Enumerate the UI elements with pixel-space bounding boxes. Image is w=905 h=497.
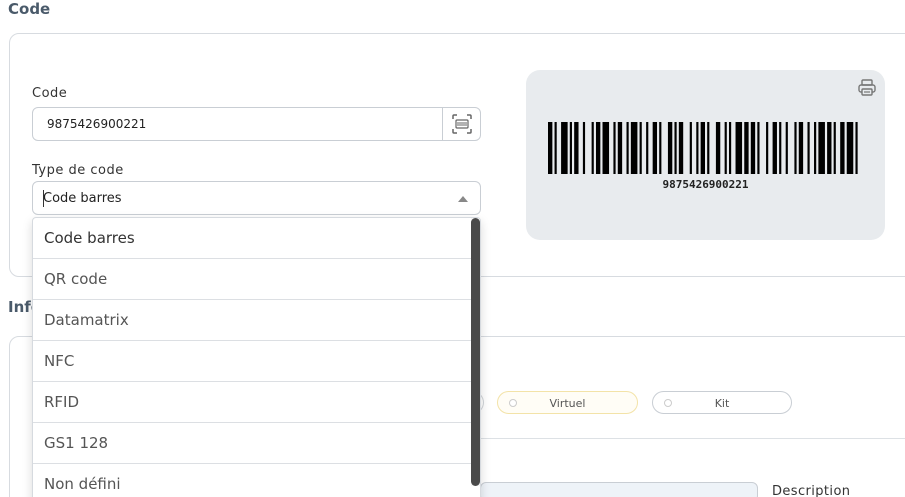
barcode-bar <box>674 122 677 174</box>
barcode-bar <box>724 122 727 174</box>
barcode-bar <box>617 122 623 174</box>
barcode-bar <box>561 122 568 174</box>
barcode-bar <box>652 122 658 174</box>
barcode-bar <box>626 122 629 174</box>
print-button[interactable] <box>857 78 877 102</box>
barcode-bar <box>833 122 836 174</box>
barcode-bar <box>846 122 854 174</box>
barcode-bar <box>574 122 579 174</box>
bottom-input[interactable] <box>480 482 758 497</box>
barcode-bar <box>798 122 804 174</box>
barcode-bar <box>582 122 586 174</box>
toggle-virtuel[interactable]: Virtuel <box>497 391 638 414</box>
dropdown-option[interactable]: Code barres <box>33 218 473 259</box>
barcode-bar <box>827 122 832 174</box>
toggle-kit[interactable]: Kit <box>652 391 792 414</box>
type-select-value: Code barres <box>43 191 122 206</box>
dropdown-option[interactable]: Non défini <box>33 464 473 497</box>
barcode-bar <box>794 122 797 174</box>
scan-button[interactable] <box>442 108 480 140</box>
barcode-bar <box>602 122 610 174</box>
caret-up-icon[interactable] <box>458 196 468 202</box>
barcode-bar <box>750 122 756 174</box>
code-label: Code <box>32 86 68 101</box>
dropdown-option[interactable]: RFID <box>33 382 473 423</box>
code-input[interactable]: 9875426900221 <box>32 107 481 141</box>
dropdown-option[interactable]: QR code <box>33 259 473 300</box>
barcode-bar <box>779 122 782 174</box>
barcode-bar <box>855 122 858 174</box>
barcode-number: 9875426900221 <box>662 178 749 191</box>
barcode-bar <box>689 122 692 174</box>
barcode-scan-icon <box>451 114 472 134</box>
barcode-bar <box>757 122 760 174</box>
barcode-bar <box>548 122 553 174</box>
dropdown-option[interactable]: NFC <box>33 341 473 382</box>
type-label: Type de code <box>32 163 124 178</box>
barcode-bar <box>554 122 557 174</box>
printer-icon <box>858 79 876 96</box>
code-value: 9875426900221 <box>47 117 147 131</box>
barcode-bar <box>766 122 769 174</box>
barcode-bar <box>785 122 788 174</box>
barcode-bar <box>818 122 825 174</box>
barcode-bar <box>569 122 572 174</box>
dropdown-scrollbar[interactable] <box>471 218 480 486</box>
dropdown-option[interactable]: GS1 128 <box>33 423 473 464</box>
barcode-bar <box>700 122 705 174</box>
barcode-bar <box>814 122 817 174</box>
barcode-bar <box>696 122 699 174</box>
barcode-bar <box>707 122 710 174</box>
barcode-bar <box>744 122 749 174</box>
barcode-bar <box>807 122 810 174</box>
barcode-bar <box>678 122 684 174</box>
barcode-bar <box>772 122 777 174</box>
barcode-bar <box>735 122 743 174</box>
barcode-bar <box>667 122 673 174</box>
barcode-bar <box>595 122 601 174</box>
toggle-kit-label: Kit <box>714 397 730 410</box>
type-select[interactable]: Code barres <box>32 181 481 215</box>
dropdown-scroll-thumb[interactable] <box>471 218 480 486</box>
description-label: Description <box>772 484 851 497</box>
barcode-preview: 9875426900221 <box>526 70 885 240</box>
barcode-bar <box>840 122 845 174</box>
section-title-code: Code <box>8 0 51 18</box>
type-dropdown-menu: Code barres QR code Datamatrix NFC RFID … <box>32 217 481 497</box>
dropdown-option[interactable]: Datamatrix <box>33 300 473 341</box>
barcode-bar <box>646 122 649 174</box>
barcode-bar <box>639 122 642 174</box>
barcode-bar <box>728 122 732 174</box>
barcode-bar <box>659 122 662 174</box>
barcode-image <box>548 122 858 174</box>
barcode-bar <box>715 122 721 174</box>
barcode-bar <box>591 122 594 174</box>
toggle-virtuel-label: Virtuel <box>549 397 586 410</box>
barcode-bar <box>630 122 638 174</box>
divider <box>480 438 905 439</box>
text-caret <box>43 190 44 207</box>
barcode-bar <box>613 122 616 174</box>
